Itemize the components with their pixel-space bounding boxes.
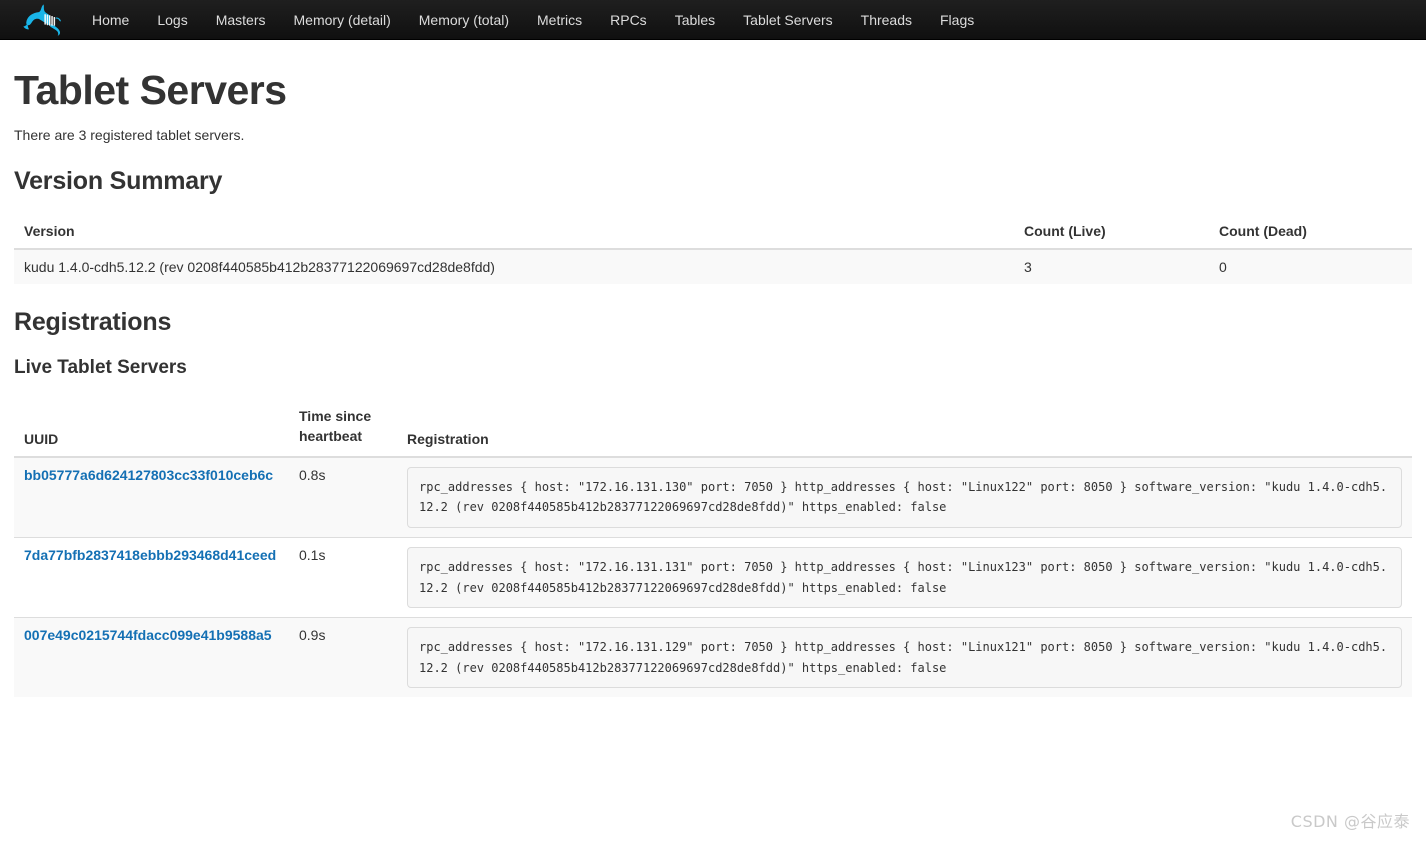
nav-link-tablet-servers[interactable]: Tablet Servers [729,0,846,40]
nav-link-home[interactable]: Home [78,0,143,40]
table-row: kudu 1.4.0-cdh5.12.2 (rev 0208f440585b41… [14,248,1412,285]
registration-details: rpc_addresses { host: "172.16.131.129" p… [407,627,1402,689]
page-lead-text: There are 3 registered tablet servers. [14,127,245,144]
version-summary-table-body: kudu 1.4.0-cdh5.12.2 (rev 0208f440585b41… [14,248,1412,285]
registration-details: rpc_addresses { host: "172.16.131.130" p… [407,466,1402,528]
live-tablet-servers-heading: Live Tablet Servers [14,357,187,379]
table-row: 007e49c0215744fdacc099e41b9588a5 0.9s rp… [14,617,1412,698]
nav-link-memory-total[interactable]: Memory (total) [405,0,523,40]
nav-link-metrics[interactable]: Metrics [523,0,596,40]
nav-link-tables[interactable]: Tables [661,0,729,40]
csdn-watermark: CSDN @谷应泰 [1290,812,1410,831]
cell-uuid: 007e49c0215744fdacc099e41b9588a5 [14,617,289,698]
navbar-links: Home Logs Masters Memory (detail) Memory… [78,0,988,40]
live-tablet-servers-table: UUID Time since heartbeat Registration b… [14,397,1412,698]
column-header-heartbeat: Time since heartbeat [289,397,397,458]
nav-link-masters[interactable]: Masters [202,0,280,40]
live-tablet-servers-table-head: UUID Time since heartbeat Registration [14,397,1412,458]
cell-heartbeat: 0.8s [289,456,397,538]
table-header-row: Version Count (Live) Count (Dead) [14,214,1412,251]
cell-version: kudu 1.4.0-cdh5.12.2 (rev 0208f440585b41… [14,248,1014,285]
tablet-server-uuid-link[interactable]: 7da77bfb2837418ebbb293468d41ceed [24,547,276,563]
column-header-count-dead: Count (Dead) [1209,214,1412,251]
tablet-server-uuid-link[interactable]: 007e49c0215744fdacc099e41b9588a5 [24,627,272,643]
table-row: 7da77bfb2837418ebbb293468d41ceed 0.1s rp… [14,536,1412,618]
cell-registration: rpc_addresses { host: "172.16.131.129" p… [397,617,1412,698]
version-summary-table: Version Count (Live) Count (Dead) kudu 1… [14,214,1412,285]
cell-registration: rpc_addresses { host: "172.16.131.131" p… [397,536,1412,618]
nav-link-logs[interactable]: Logs [143,0,201,40]
cell-count-live: 3 [1014,248,1209,285]
heartbeat-value: 0.1s [299,546,326,563]
version-summary-table-head: Version Count (Live) Count (Dead) [14,214,1412,251]
tablet-server-uuid-link[interactable]: bb05777a6d624127803cc33f010ceb6c [24,467,273,483]
cell-uuid: 7da77bfb2837418ebbb293468d41ceed [14,536,289,618]
page-title: Tablet Servers [14,67,287,113]
page-content: Tablet Servers There are 3 registered ta… [0,67,1426,698]
registrations-heading: Registrations [14,308,172,337]
nav-link-flags[interactable]: Flags [926,0,988,40]
cell-count-dead: 0 [1209,248,1412,285]
column-header-version: Version [14,214,1014,251]
live-tablet-servers-table-body: bb05777a6d624127803cc33f010ceb6c 0.8s rp… [14,456,1412,698]
column-header-count-live: Count (Live) [1014,214,1209,251]
cell-heartbeat: 0.1s [289,536,397,618]
nav-link-memory-detail[interactable]: Memory (detail) [280,0,405,40]
top-navbar: Home Logs Masters Memory (detail) Memory… [0,0,1426,40]
version-summary-heading: Version Summary [14,167,223,196]
kudu-antelope-logo[interactable] [14,0,72,40]
table-row: bb05777a6d624127803cc33f010ceb6c 0.8s rp… [14,456,1412,538]
registration-details: rpc_addresses { host: "172.16.131.131" p… [407,546,1402,609]
cell-uuid: bb05777a6d624127803cc33f010ceb6c [14,456,289,538]
nav-link-rpcs[interactable]: RPCs [596,0,661,40]
heartbeat-value: 0.8s [299,466,326,483]
cell-registration: rpc_addresses { host: "172.16.131.130" p… [397,456,1412,538]
column-header-registration: Registration [397,397,1412,458]
table-header-row: UUID Time since heartbeat Registration [14,397,1412,458]
column-header-uuid: UUID [14,397,289,458]
nav-link-threads[interactable]: Threads [847,0,926,40]
cell-heartbeat: 0.9s [289,617,397,698]
heartbeat-value: 0.9s [299,627,326,644]
